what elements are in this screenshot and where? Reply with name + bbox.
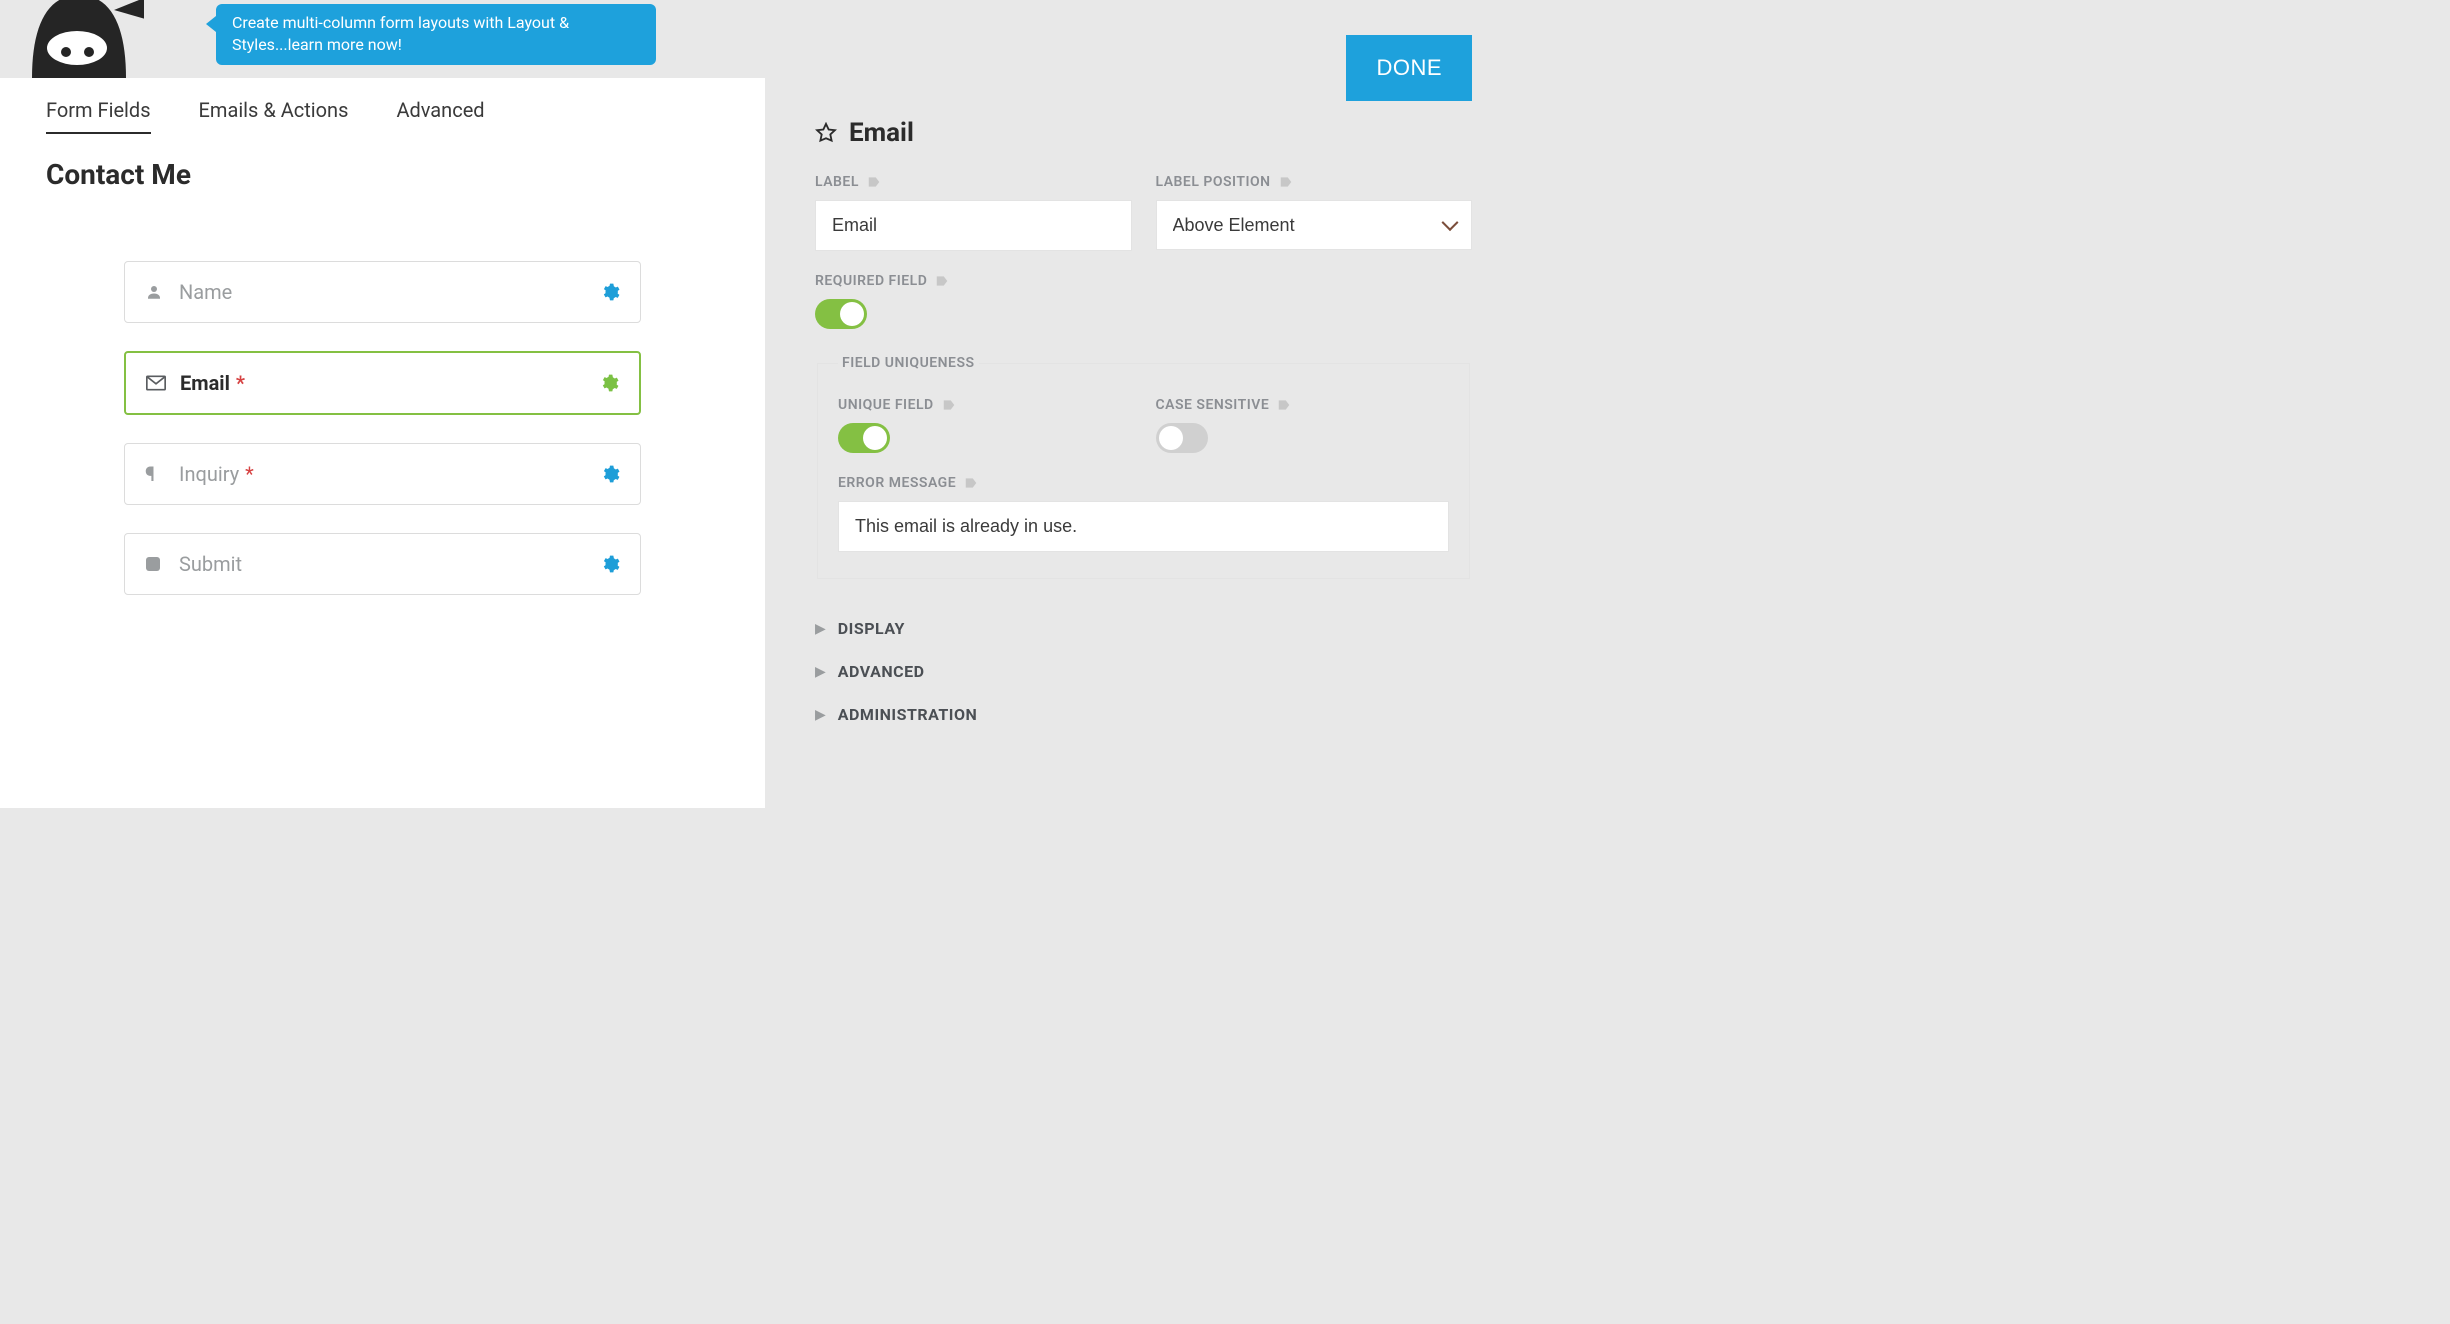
required-indicator: * <box>236 371 245 395</box>
builder-tabs: Form Fields Emails & Actions Advanced <box>46 98 719 134</box>
merge-tag-icon[interactable] <box>935 274 949 288</box>
field-label: Name <box>179 280 600 304</box>
builder-pane: Form Fields Emails & Actions Advanced Co… <box>0 78 765 808</box>
paragraph-icon: ¶ <box>145 462 179 486</box>
unique-field-toggle[interactable] <box>838 423 890 453</box>
chevron-right-icon: ▶ <box>815 664 826 680</box>
accordion-title: ADMINISTRATION <box>838 705 978 724</box>
label-input[interactable] <box>815 200 1132 251</box>
accordion-title: ADVANCED <box>838 662 925 681</box>
promo-tooltip[interactable]: Create multi-column form layouts with La… <box>216 4 656 65</box>
ninja-logo <box>14 0 144 84</box>
tab-emails-actions[interactable]: Emails & Actions <box>199 98 349 134</box>
field-row-name[interactable]: Name <box>124 261 641 323</box>
label-position-select[interactable]: Above Element <box>1156 200 1473 250</box>
gear-icon[interactable] <box>599 373 619 393</box>
case-sensitive-heading: CASE SENSITIVE <box>1156 397 1450 413</box>
accordion-title: DISPLAY <box>838 619 905 638</box>
tab-form-fields[interactable]: Form Fields <box>46 98 151 134</box>
field-uniqueness-group: FIELD UNIQUENESS UNIQUE FIELD CASE SENSI… <box>817 355 1470 579</box>
tab-advanced[interactable]: Advanced <box>396 98 484 134</box>
merge-tag-icon[interactable] <box>942 398 956 412</box>
gear-icon[interactable] <box>600 554 620 574</box>
star-icon[interactable] <box>815 122 837 144</box>
field-row-email[interactable]: Email* <box>124 351 641 415</box>
form-title: Contact Me <box>46 158 719 191</box>
case-sensitive-toggle[interactable] <box>1156 423 1208 453</box>
label-position-heading: LABEL POSITION <box>1156 174 1473 190</box>
field-label: Inquiry* <box>179 462 600 486</box>
field-label: Submit <box>179 552 600 576</box>
accordion-display[interactable]: ▶ DISPLAY <box>815 607 1472 650</box>
done-button[interactable]: DONE <box>1346 35 1472 101</box>
required-toggle[interactable] <box>815 299 867 329</box>
error-message-input[interactable] <box>838 501 1449 552</box>
merge-tag-icon[interactable] <box>1279 175 1293 189</box>
field-row-inquiry[interactable]: ¶ Inquiry* <box>124 443 641 505</box>
accordion-administration[interactable]: ▶ ADMINISTRATION <box>815 693 1472 736</box>
label-heading: LABEL <box>815 174 1132 190</box>
settings-header: Email <box>815 118 1472 148</box>
uniqueness-legend: FIELD UNIQUENESS <box>838 355 979 371</box>
accordion-advanced[interactable]: ▶ ADVANCED <box>815 650 1472 693</box>
merge-tag-icon[interactable] <box>1277 398 1291 412</box>
square-icon <box>145 556 179 572</box>
gear-icon[interactable] <box>600 464 620 484</box>
merge-tag-icon[interactable] <box>867 175 881 189</box>
field-label: Email* <box>180 371 599 395</box>
merge-tag-icon[interactable] <box>964 476 978 490</box>
required-heading: REQUIRED FIELD <box>815 273 1472 289</box>
error-message-heading: ERROR MESSAGE <box>838 475 1449 491</box>
field-row-submit[interactable]: Submit <box>124 533 641 595</box>
envelope-icon <box>146 375 180 391</box>
settings-title: Email <box>849 118 914 148</box>
user-icon <box>145 283 179 301</box>
unique-heading: UNIQUE FIELD <box>838 397 1132 413</box>
chevron-right-icon: ▶ <box>815 621 826 637</box>
field-list: Name Email* ¶ Inquiry* <box>46 261 719 595</box>
required-indicator: * <box>245 462 254 486</box>
gear-icon[interactable] <box>600 282 620 302</box>
chevron-right-icon: ▶ <box>815 707 826 723</box>
field-settings-pane: Email LABEL LABEL POSITION Above Element <box>815 118 1472 808</box>
